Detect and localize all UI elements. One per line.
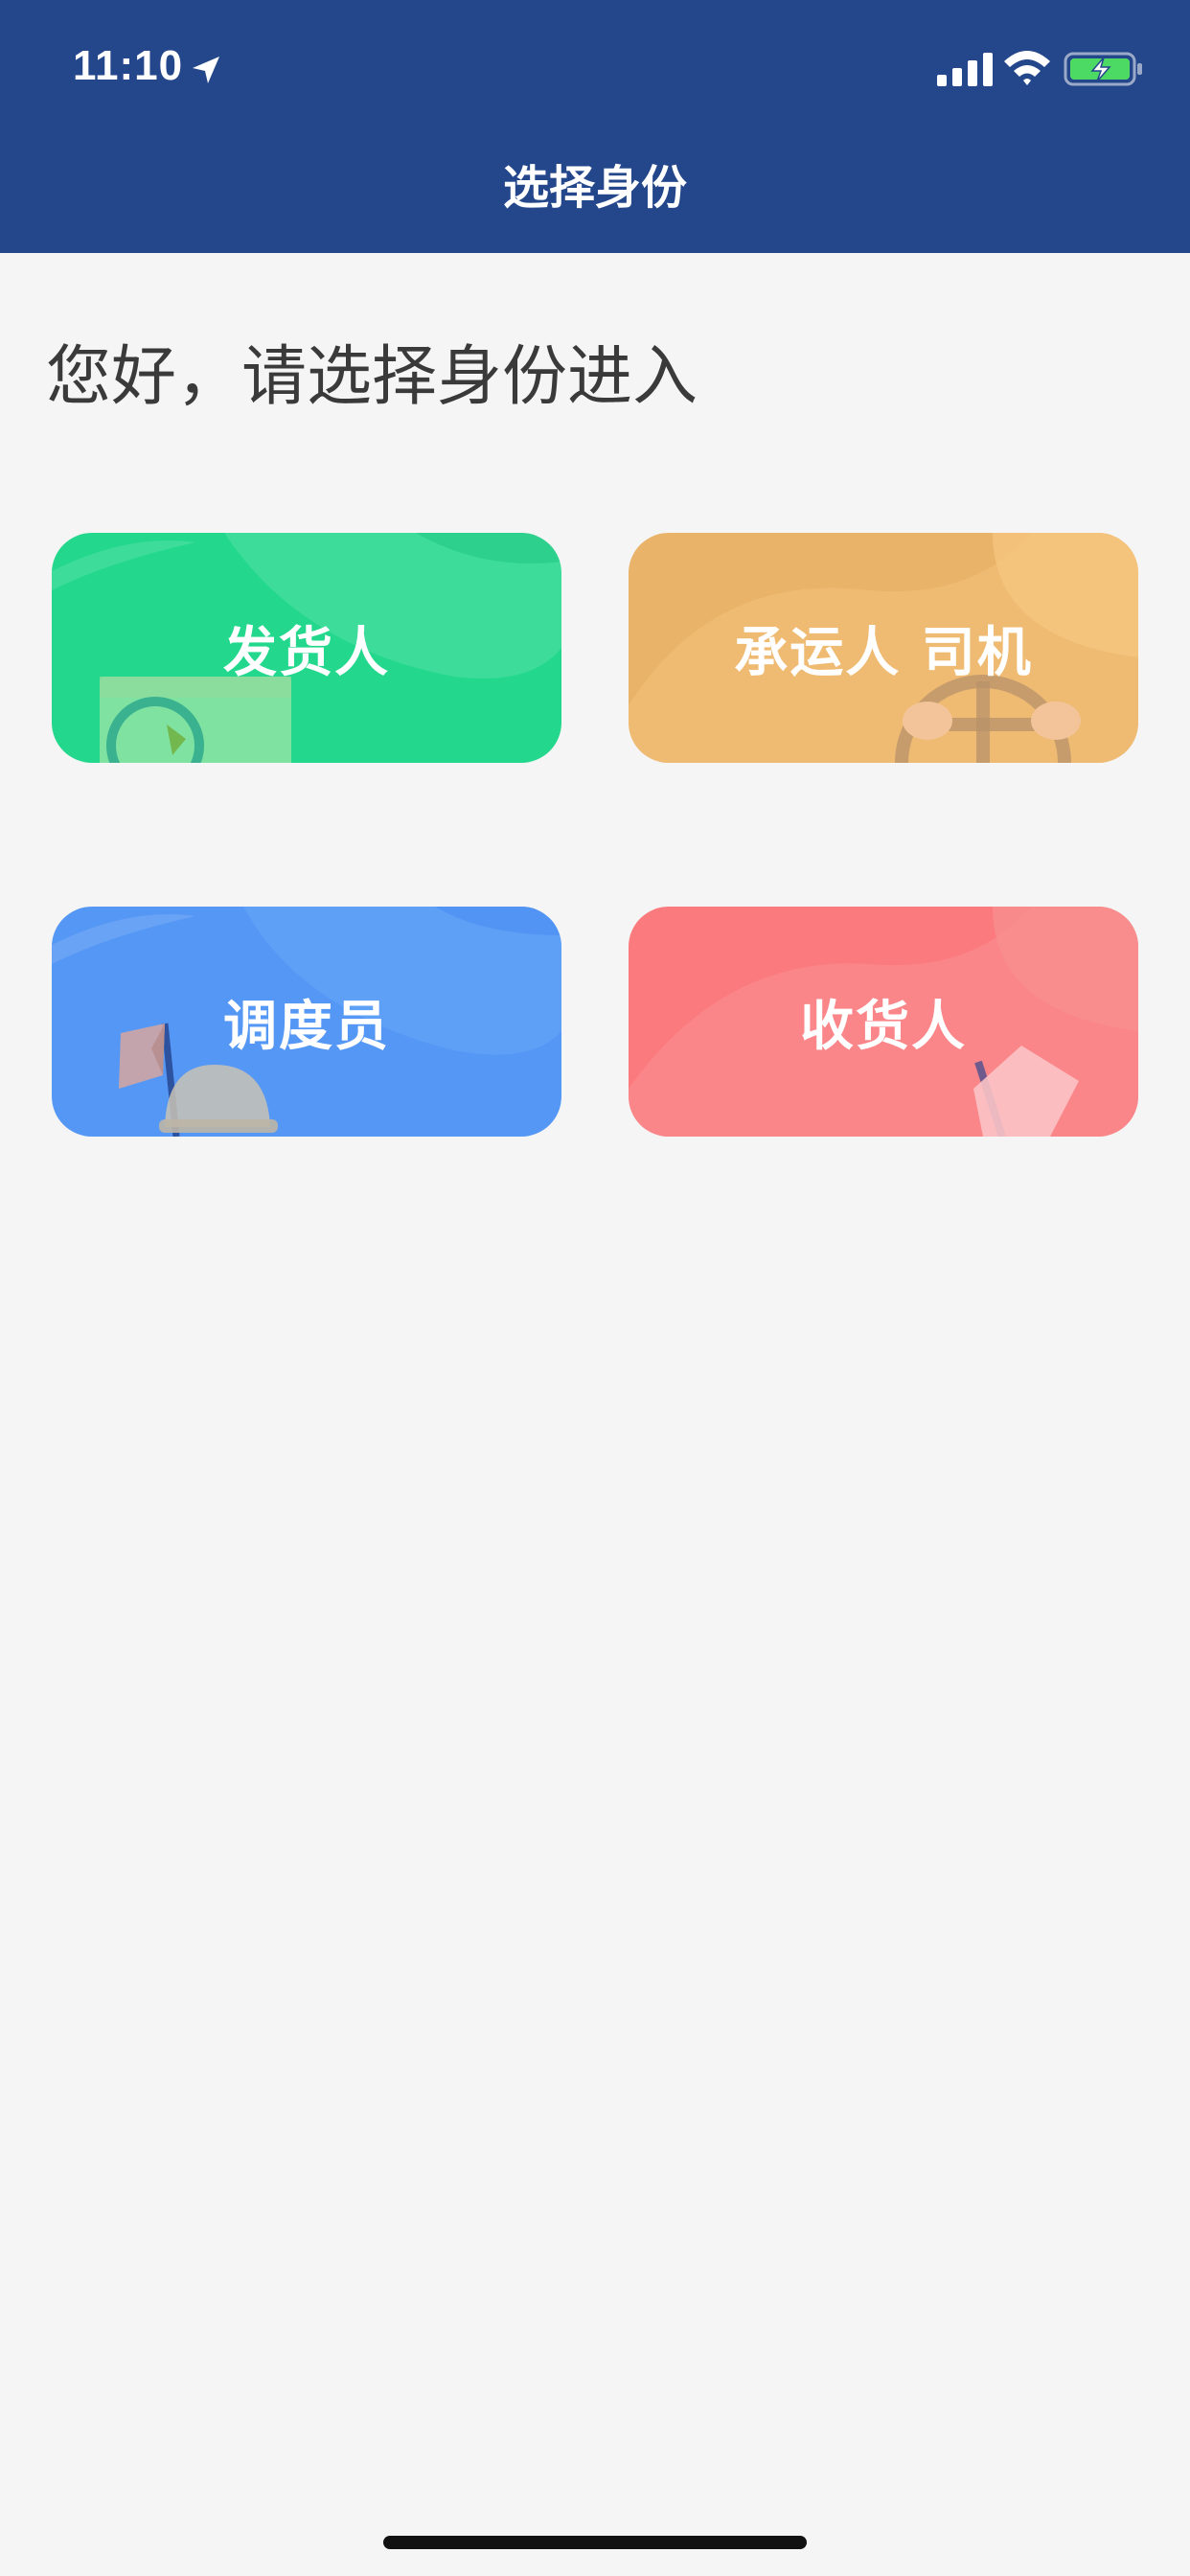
- role-label: 发货人: [223, 621, 390, 684]
- role-card-shipper[interactable]: 发货人: [52, 533, 561, 763]
- cellular-signal-icon: [937, 53, 993, 86]
- role-card-dispatcher[interactable]: 调度员: [52, 907, 561, 1137]
- role-label: 承运人 司机: [734, 621, 1033, 684]
- top-header: 11:10 选择身份: [0, 0, 1190, 253]
- battery-charging-icon: [1064, 52, 1142, 86]
- role-label: 调度员: [223, 995, 390, 1058]
- greeting-text: 您好，请选择身份进入: [46, 339, 698, 415]
- wifi-icon: [1004, 51, 1050, 85]
- location-arrow-icon: [193, 57, 219, 83]
- role-label: 收货人: [800, 995, 967, 1058]
- page-title: 选择身份: [502, 161, 687, 215]
- role-card-carrier-driver[interactable]: 承运人 司机: [629, 533, 1138, 763]
- home-indicator[interactable]: [383, 2536, 807, 2549]
- status-time: 11:10: [73, 42, 184, 89]
- role-card-receiver[interactable]: 收货人: [629, 907, 1138, 1137]
